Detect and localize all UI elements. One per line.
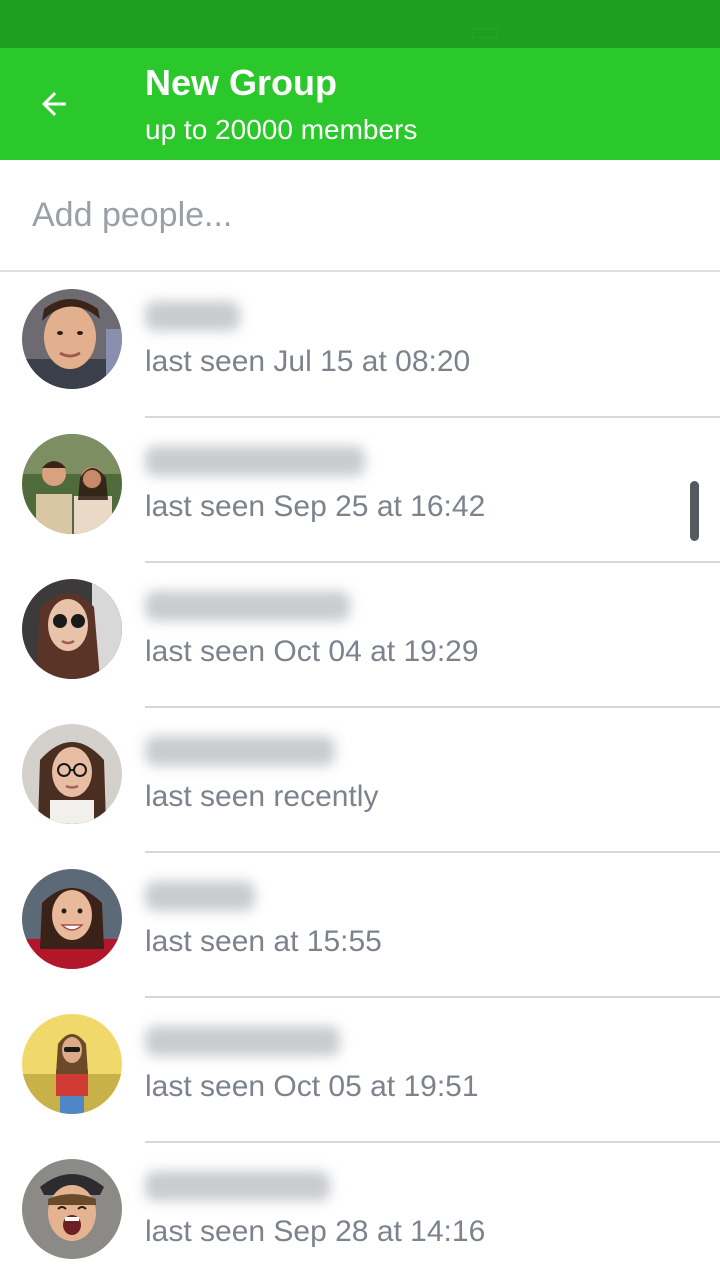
status-bar (0, 0, 720, 48)
avatar (22, 1159, 122, 1259)
avatar (22, 869, 122, 969)
back-button[interactable] (22, 72, 86, 136)
add-people-input[interactable] (32, 190, 672, 240)
last-seen-text: last seen Jul 15 at 08:20 (145, 345, 471, 378)
contact-row[interactable]: last seen at 15:55 (0, 853, 720, 998)
page-title: New Group (145, 62, 338, 103)
last-seen-text: last seen Sep 28 at 14:16 (145, 1215, 486, 1248)
avatar (22, 579, 122, 679)
contact-row[interactable]: last seen Sep 28 at 14:16 (0, 1143, 720, 1280)
contact-row[interactable]: last seen Oct 05 at 19:51 (0, 998, 720, 1143)
app-bar: New Group up to 20000 members (0, 48, 720, 160)
contact-row[interactable]: last seen Jul 15 at 08:20 (0, 273, 720, 418)
avatar (22, 1014, 122, 1114)
contact-name (145, 1026, 340, 1056)
last-seen-text: last seen Oct 04 at 19:29 (145, 635, 479, 668)
contact-row[interactable]: last seen Oct 04 at 19:29 (0, 563, 720, 708)
page-subtitle: up to 20000 members (145, 114, 418, 145)
contact-name (145, 1171, 330, 1201)
add-people-row (0, 160, 720, 272)
contact-name (145, 591, 350, 621)
arrow-left-icon (42, 92, 66, 116)
contact-row[interactable]: last seen recently (0, 708, 720, 853)
last-seen-text: last seen recently (145, 780, 379, 813)
last-seen-text: last seen Sep 25 at 16:42 (145, 490, 486, 523)
avatar (22, 434, 122, 534)
contact-name (145, 736, 335, 766)
status-icon (472, 28, 498, 38)
last-seen-text: last seen Oct 05 at 19:51 (145, 1070, 479, 1103)
avatar (22, 289, 122, 389)
contact-list[interactable]: last seen Jul 15 at 08:20 last seen Sep … (0, 273, 720, 1280)
contact-name (145, 301, 240, 331)
last-seen-text: last seen at 15:55 (145, 925, 382, 958)
contact-name (145, 446, 365, 476)
scrollbar-thumb[interactable] (690, 481, 699, 541)
avatar (22, 724, 122, 824)
contact-row[interactable]: last seen Sep 25 at 16:42 (0, 418, 720, 563)
contact-name (145, 881, 255, 911)
